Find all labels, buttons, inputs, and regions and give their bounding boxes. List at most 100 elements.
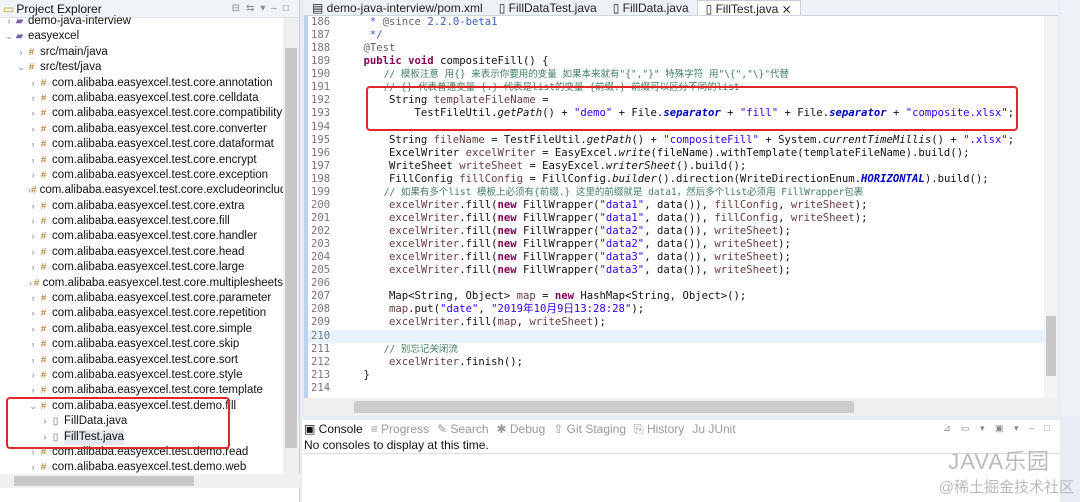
code-token: excelWriter: [338, 316, 460, 329]
tree-item[interactable]: › # com.alibaba.easyexcel.test.core.fill: [0, 214, 283, 229]
tree-item[interactable]: › # com.alibaba.easyexcel.test.core.exclud…: [0, 183, 293, 198]
chevron-right-icon[interactable]: ›: [28, 245, 38, 260]
tree-horizontal-scrollbar[interactable]: [0, 474, 300, 488]
chevron-right-icon[interactable]: ›: [28, 106, 38, 121]
tree-item[interactable]: › # com.alibaba.easyexcel.test.core.multip…: [0, 276, 283, 291]
tree-item[interactable]: › # com.alibaba.easyexcel.test.core.handle…: [0, 229, 283, 244]
chevron-right-icon[interactable]: ›: [28, 122, 38, 137]
tree-item[interactable]: › # com.alibaba.easyexcel.test.core.datafo…: [0, 137, 283, 152]
code-token: "2019年10月9日13:28:28": [491, 303, 632, 316]
line-number: 206: [311, 277, 331, 290]
chevron-right-icon[interactable]: ›: [28, 76, 38, 91]
tree-item[interactable]: › # com.alibaba.easyexcel.test.core.extra: [0, 199, 283, 214]
tree-item[interactable]: › # com.alibaba.easyexcel.test.core.repeti…: [0, 306, 283, 321]
editor-tab[interactable]: ▯ FillTest.java ⨯: [696, 0, 801, 16]
tree-item[interactable]: ⌄ ▰ easyexcel: [0, 29, 283, 44]
code-token: , data()),: [644, 211, 715, 224]
code-token: FillWrapper(: [516, 251, 600, 264]
editor-vertical-scrollbar[interactable]: [1044, 16, 1058, 398]
code-token: .fill(: [459, 251, 498, 264]
chevron-right-icon[interactable]: ›: [28, 168, 38, 183]
tree-item[interactable]: › # com.alibaba.easyexcel.test.core.annota…: [0, 76, 283, 91]
chevron-right-icon[interactable]: ›: [4, 14, 14, 29]
chevron-right-icon[interactable]: ›: [28, 368, 38, 383]
chevron-right-icon[interactable]: ›: [28, 229, 38, 244]
chevron-right-icon[interactable]: ›: [28, 337, 38, 352]
console-tab-progress[interactable]: ≡ Progress: [371, 422, 429, 436]
chevron-right-icon[interactable]: ›: [28, 322, 38, 337]
tree-item[interactable]: › # com.alibaba.easyexcel.test.core.encryp…: [0, 153, 283, 168]
code-area[interactable]: 186 * @since 2.2.0-beta1 187 */188 @Test 1…: [304, 16, 1044, 398]
code-token: .finish();: [459, 355, 523, 368]
tree-item[interactable]: › # src/main/java: [0, 45, 283, 60]
chevron-right-icon[interactable]: ›: [28, 260, 38, 275]
code-token: String: [338, 133, 434, 146]
editor-tabs: ▤ demo-java-interview/pom.xml ▯ FillDataT…: [304, 0, 1058, 16]
tree-item[interactable]: › # com.alibaba.easyexcel.test.core.conver…: [0, 122, 283, 137]
tree-item[interactable]: › # com.alibaba.easyexcel.test.core.except…: [0, 168, 283, 183]
code-text: excelWriter.fill(new FillWrapper("data3"…: [338, 264, 791, 277]
code-token: () +: [631, 133, 664, 146]
tree-item[interactable]: › # com.alibaba.easyexcel.test.core.simple: [0, 322, 283, 337]
tree-item[interactable]: › ▰ demo-java-interview: [0, 14, 283, 29]
view-toolbar[interactable]: ⊟⇆▾–□: [232, 3, 299, 14]
tree-item[interactable]: › # com.alibaba.easyexcel.test.core.head: [0, 245, 283, 260]
tab-label: demo-java-interview/pom.xml: [326, 1, 483, 15]
tab-label: Console: [318, 422, 363, 436]
chevron-right-icon[interactable]: ›: [28, 199, 38, 214]
code-token: */: [338, 29, 383, 42]
code-text: @Test: [338, 42, 396, 55]
chevron-right-icon[interactable]: ›: [28, 91, 38, 106]
code-token: new: [497, 251, 517, 264]
editor-horizontal-scrollbar[interactable]: [304, 398, 1058, 416]
tree-item[interactable]: › # com.alibaba.easyexcel.test.core.style: [0, 368, 283, 383]
line-number: 187: [311, 29, 331, 42]
chevron-right-icon[interactable]: ›: [28, 291, 38, 306]
console-tab-debug[interactable]: ✱ Debug: [497, 422, 546, 436]
tree-item-label: com.alibaba.easyexcel.test.core.handler: [52, 230, 258, 243]
console-tab-search[interactable]: ✎ Search: [437, 422, 488, 436]
code-token: ,: [778, 198, 791, 211]
editor-tab[interactable]: ▯ FillDataTest.java: [491, 0, 605, 15]
chevron-right-icon[interactable]: ›: [28, 137, 38, 152]
tree-vertical-scrollbar[interactable]: [283, 18, 299, 488]
close-icon[interactable]: ⨯: [778, 2, 792, 16]
code-token: .put(: [408, 303, 441, 316]
tree-item[interactable]: › # com.alibaba.easyexcel.test.core.parame…: [0, 291, 283, 306]
chevron-right-icon[interactable]: ›: [28, 153, 38, 168]
console-tab-git-staging[interactable]: ⇧ Git Staging: [553, 422, 626, 436]
chevron-right-icon[interactable]: ›: [28, 306, 38, 321]
tree-item[interactable]: › # com.alibaba.easyexcel.test.core.large: [0, 260, 283, 275]
chevron-right-icon[interactable]: ›: [28, 214, 38, 229]
code-token: writeSheet: [714, 238, 779, 251]
editor-tab[interactable]: ▯ FillData.java: [605, 0, 697, 15]
package-icon: #: [40, 323, 47, 335]
line-number: 196: [311, 146, 331, 159]
history-icon: ⎘: [634, 421, 647, 436]
code-token: );: [854, 198, 868, 211]
code-token: );: [854, 211, 868, 224]
tree-item[interactable]: ⌄ # src/test/java: [0, 60, 283, 75]
highlight-box: [6, 397, 230, 449]
console-tab-junit[interactable]: Ju JUnit: [692, 422, 735, 436]
code-line: 211 // 别忘记关闭流: [308, 343, 1044, 356]
console-toolbar[interactable]: ⊿ ▭ ▾ ▣ ▾ – □: [943, 423, 1054, 434]
chevron-down-icon[interactable]: ⌄: [4, 29, 14, 44]
code-token: , data()),: [644, 238, 715, 251]
console-tab-history[interactable]: ⎘ History: [634, 422, 684, 437]
tree-item[interactable]: › # com.alibaba.easyexcel.test.core.sort: [0, 353, 283, 368]
chevron-right-icon[interactable]: ›: [28, 353, 38, 368]
chevron-down-icon[interactable]: ⌄: [16, 60, 26, 75]
line-number: 199: [311, 185, 331, 198]
tab-label: Progress: [381, 422, 430, 436]
line-number: 193: [311, 107, 331, 120]
tree-item[interactable]: › # com.alibaba.easyexcel.test.core.compat…: [0, 106, 283, 121]
editor-tab[interactable]: ▤ demo-java-interview/pom.xml: [304, 0, 491, 15]
tree-item[interactable]: › # com.alibaba.easyexcel.test.core.skip: [0, 337, 283, 352]
chevron-right-icon[interactable]: ›: [16, 45, 26, 60]
tree-item[interactable]: › # com.alibaba.easyexcel.test.core.cellda…: [0, 91, 283, 106]
console-tab-console[interactable]: ▣ Console: [304, 422, 363, 436]
code-token: builder: [612, 172, 657, 185]
code-token: .fill(: [459, 198, 498, 211]
code-token: currentTimeMillis: [822, 133, 932, 146]
